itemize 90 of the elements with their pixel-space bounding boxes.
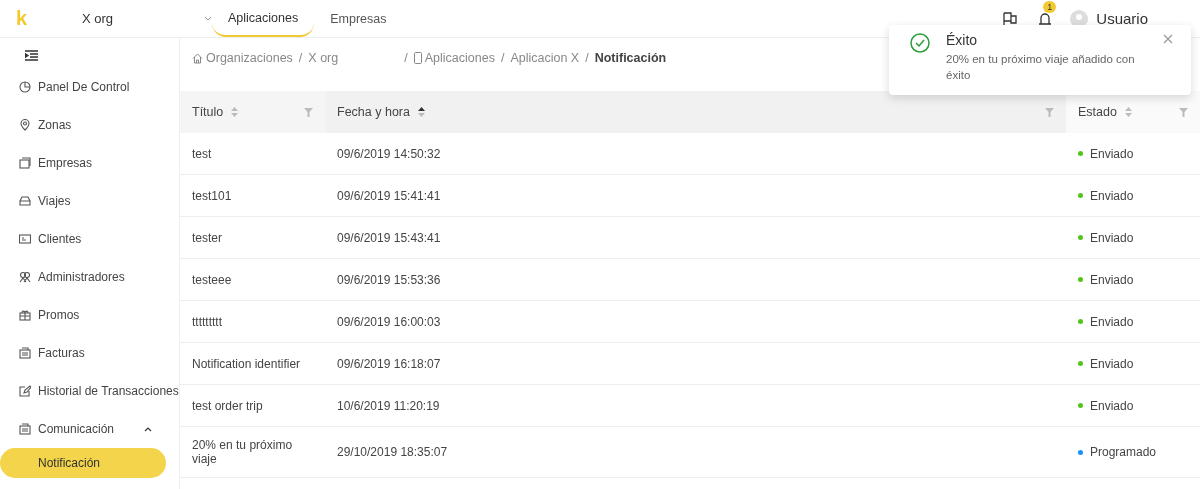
sidebar-item[interactable]: Zonas (0, 106, 179, 144)
table-cell: 29/10/2019 18:35:07 (325, 426, 1066, 478)
sidebar-item[interactable]: Comunicación (0, 410, 179, 448)
sidebar-label: Viajes (38, 194, 72, 208)
building-icon (19, 157, 31, 169)
invoice-icon (19, 347, 31, 359)
check-circle-icon (910, 33, 930, 53)
user-name[interactable]: Usuario (1096, 10, 1148, 27)
breadcrumb-separator: / (585, 51, 589, 65)
org-select[interactable]: X org (82, 11, 212, 26)
status-text: Enviado (1090, 314, 1134, 329)
sidebar-label: Historial de Transacciones (38, 384, 179, 398)
notification-badge: 1 (1043, 0, 1057, 13)
sidebar-label: Zonas (38, 118, 73, 132)
home-icon (192, 52, 203, 64)
table-cell: testeee (180, 258, 325, 301)
table-cell: 09/6/2019 16:00:03 (325, 300, 1066, 343)
card-icon (19, 233, 31, 245)
table-cell: 09/6/2019 16:18:07 (325, 342, 1066, 385)
menu-fold-icon[interactable] (25, 50, 38, 61)
breadcrumb-separator: / (404, 51, 408, 65)
table-cell: 09/6/2019 14:50:32 (325, 133, 1066, 175)
table-cell: ttttttttt (180, 300, 325, 343)
table-cell: 09/6/2019 15:43:41 (325, 216, 1066, 259)
sidebar-label: Panel De Control (38, 80, 131, 94)
sidebar-label: Comunicación (38, 422, 116, 436)
pin-icon (19, 119, 31, 131)
breadcrumb-separator: / (500, 51, 505, 65)
sort-icon[interactable] (417, 107, 425, 117)
sidebar-item[interactable]: Administradores (0, 258, 179, 296)
status-text: Enviado (1090, 230, 1134, 245)
breadcrumb-link[interactable]: Aplicacion X (510, 51, 580, 65)
nav-tab[interactable]: Aplicaciones (212, 0, 315, 37)
column-title: Título (192, 105, 224, 119)
filter-icon[interactable] (1045, 107, 1054, 117)
edit-icon (19, 385, 31, 397)
logo: k (16, 7, 29, 30)
chart-icon (19, 81, 31, 93)
sidebar-subitem[interactable]: Notificación (0, 448, 166, 478)
filter-icon[interactable] (304, 107, 313, 117)
breadcrumb-link[interactable]: X org (308, 51, 339, 65)
column-header[interactable]: Título (180, 91, 325, 133)
breadcrumb-current: Notificación (594, 51, 667, 65)
chevron-down-icon (204, 16, 212, 21)
sidebar-item[interactable]: Historial de Transacciones (0, 372, 179, 410)
sidebar-item[interactable]: Panel De Control (0, 68, 179, 106)
status-text: Enviado (1090, 272, 1134, 287)
bell-icon[interactable] (1038, 11, 1053, 26)
close-icon[interactable] (1163, 34, 1173, 44)
sidebar-item[interactable]: Empresas (0, 144, 179, 182)
car-icon (19, 195, 31, 207)
column-title: Estado (1078, 105, 1117, 119)
sidebar-item[interactable]: Clientes (0, 220, 179, 258)
status-text: Enviado (1090, 146, 1134, 161)
table-cell: test (180, 133, 325, 175)
table-cell: 09/6/2019 15:41:41 (325, 174, 1066, 217)
table-cell: 09/6/2019 15:53:36 (325, 258, 1066, 301)
breadcrumb-separator: / (298, 51, 303, 65)
breadcrumb-link[interactable]: Organizaciones (192, 51, 293, 65)
table-cell: 10/6/2019 11:20:19 (325, 384, 1066, 427)
table-cell: tester (180, 216, 325, 259)
gift-icon (19, 309, 31, 321)
toast-title: Éxito (946, 32, 979, 48)
invoice-icon (19, 423, 31, 435)
filter-icon[interactable] (1179, 107, 1188, 117)
sidebar-item[interactable]: Viajes (0, 182, 179, 220)
people-icon (19, 271, 31, 283)
column-header[interactable]: Estado (1066, 91, 1200, 133)
sidebar-item[interactable]: Promos (0, 296, 179, 334)
sidebar-item[interactable]: Facturas (0, 334, 179, 372)
breadcrumb-link[interactable]: Aplicaciones (413, 51, 495, 65)
sidebar-label: Empresas (38, 156, 94, 170)
status-text: Enviado (1090, 398, 1134, 413)
sidebar-label: Facturas (38, 346, 86, 360)
table-cell: Notification identifier (180, 342, 325, 385)
sidebar-label: Clientes (38, 232, 83, 246)
sidebar-label: Promos (38, 308, 81, 322)
status-text: Programado (1090, 445, 1157, 459)
column-header[interactable]: Fecha y hora (325, 91, 1066, 133)
sidebar-label: Administradores (38, 270, 126, 284)
status-text: Enviado (1090, 188, 1134, 203)
table-cell: test101 (180, 174, 325, 217)
table-cell: 20% en tu próximo viaje (180, 426, 325, 478)
flag-icon[interactable] (1002, 11, 1019, 26)
column-title: Fecha y hora (337, 105, 410, 119)
table-cell: test order trip (180, 384, 325, 427)
nav-tab[interactable]: Empresas (314, 0, 403, 37)
toast-message: 20% en tu próximo viaje añadido con éxito (946, 52, 1136, 83)
phone-icon (413, 52, 422, 64)
status-text: Enviado (1090, 356, 1134, 371)
